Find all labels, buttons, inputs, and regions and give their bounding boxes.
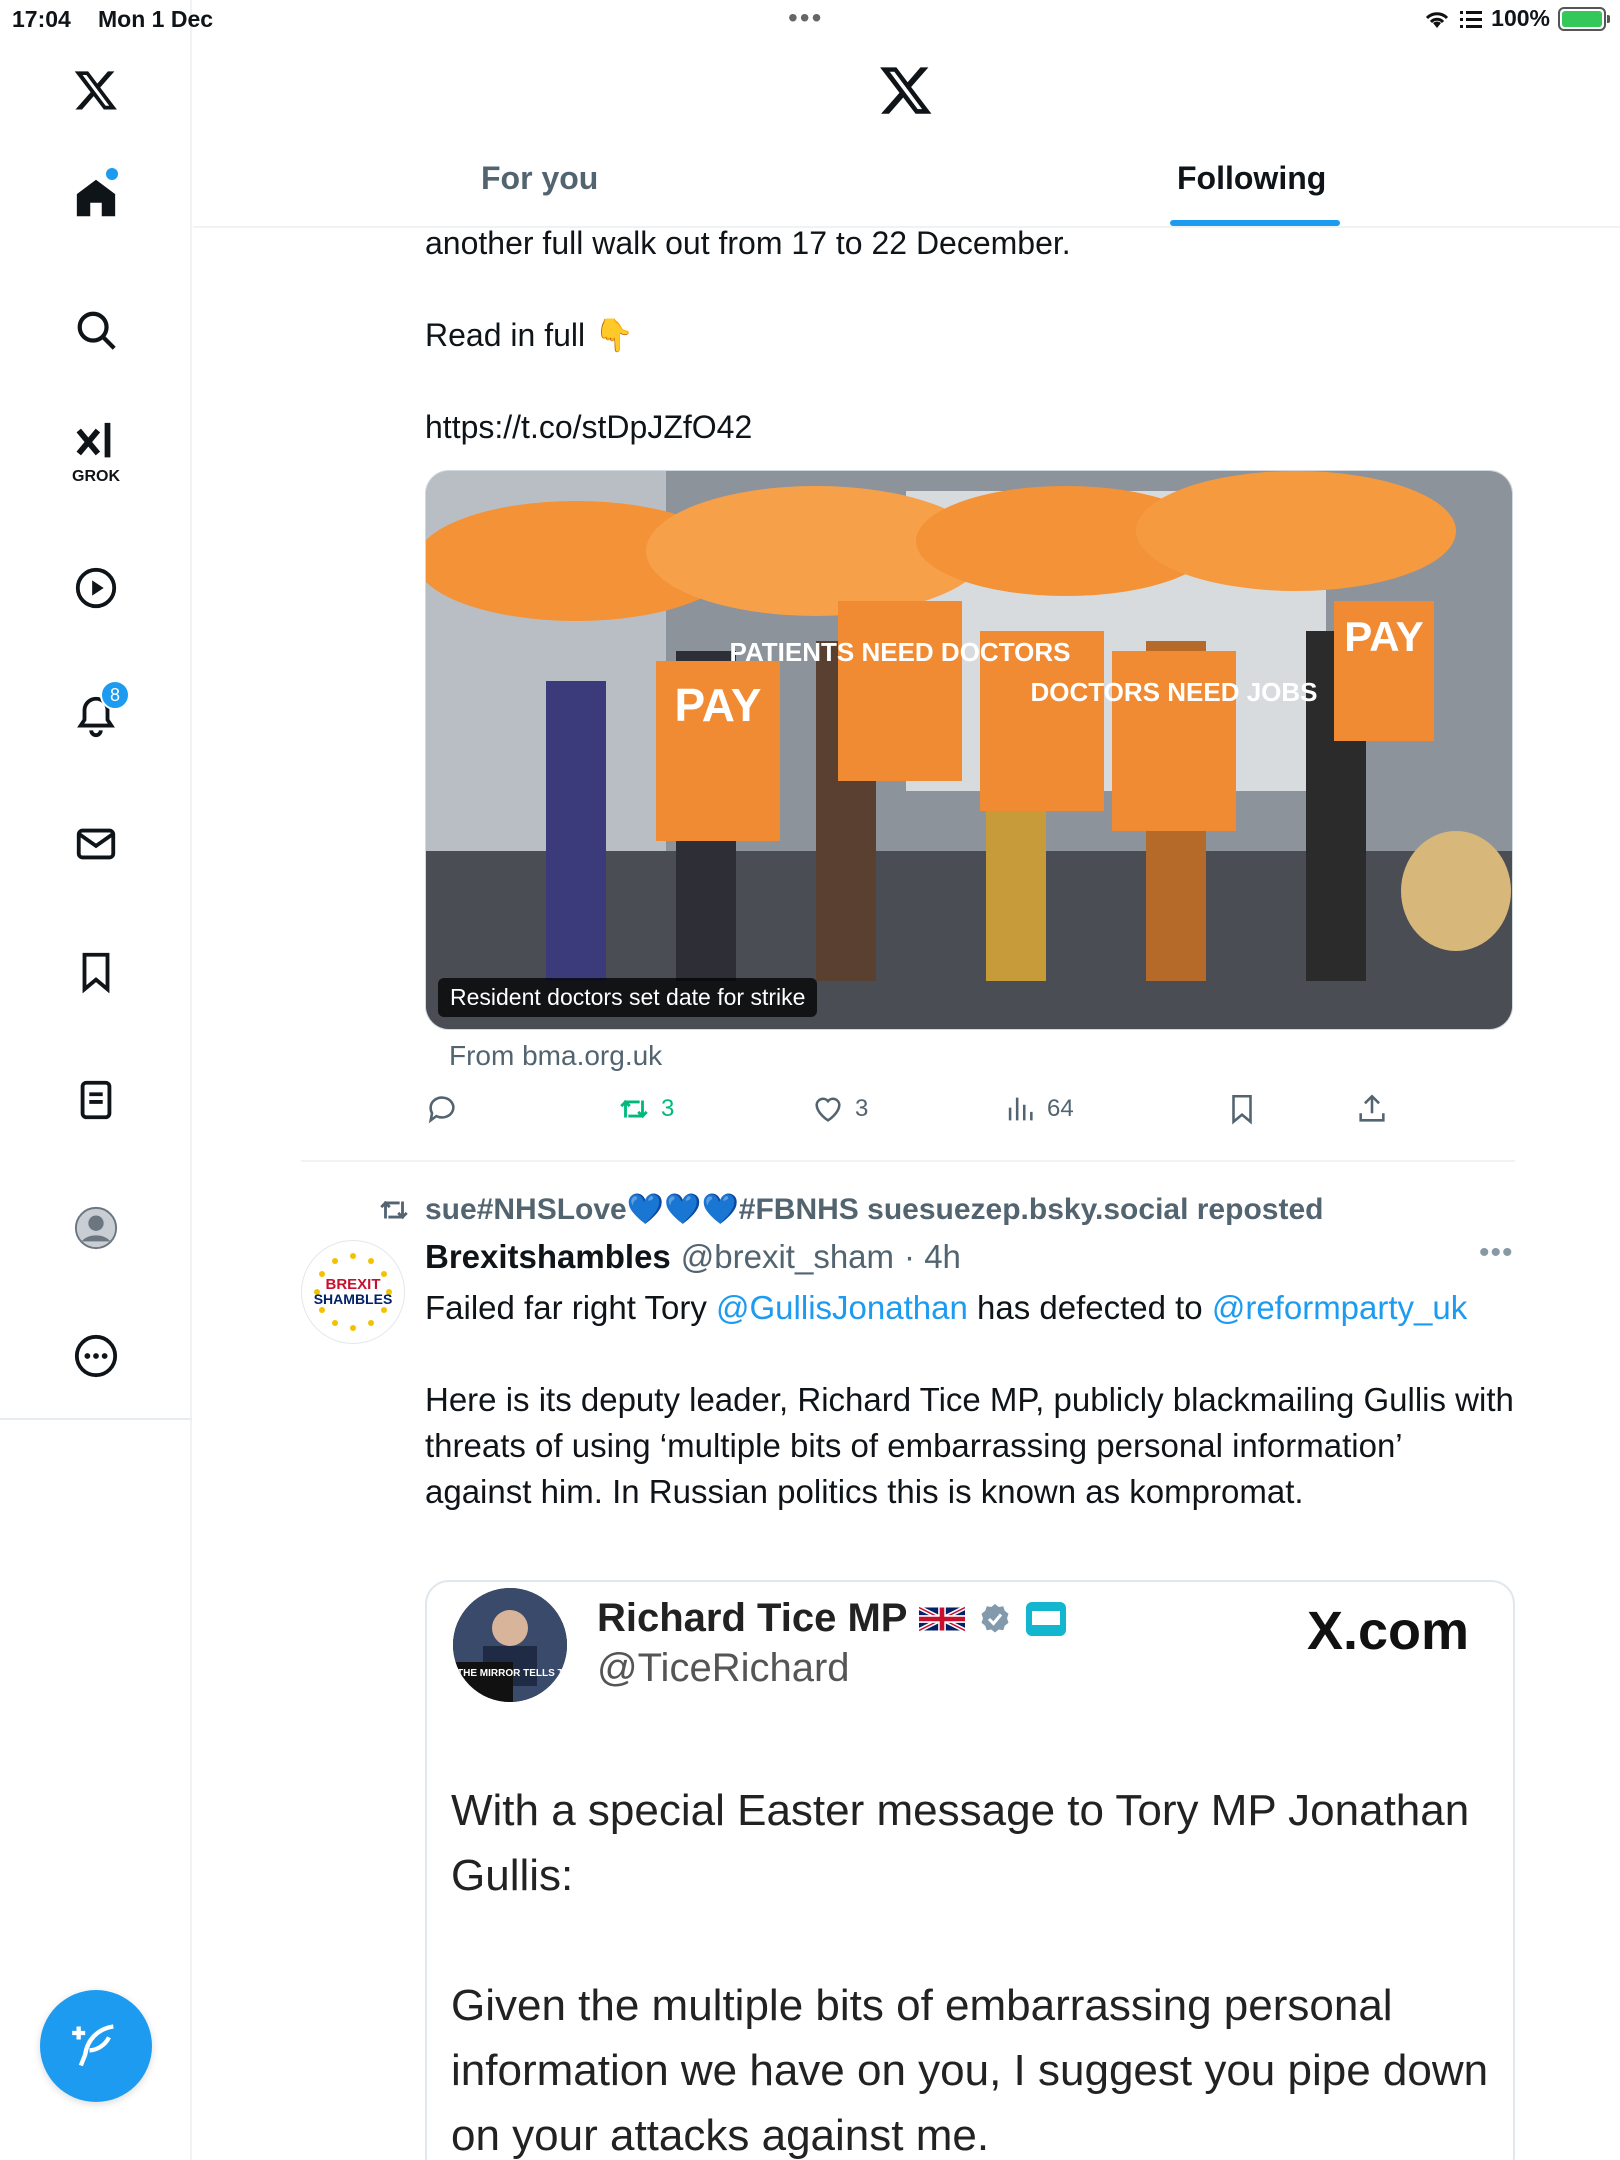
embed-name-text: Richard Tice MP — [597, 1596, 908, 1640]
search-icon[interactable] — [56, 290, 136, 370]
home-icon[interactable] — [56, 158, 136, 238]
tab-following[interactable]: Following — [1177, 160, 1326, 197]
tweet2-header: Brexitshambles @brexit_sham · 4h — [425, 1238, 961, 1276]
share-button[interactable] — [1355, 1092, 1389, 1126]
grok-label: GROK — [72, 468, 120, 485]
uk-flag-icon — [919, 1604, 966, 1633]
bookmarks-icon[interactable] — [56, 932, 136, 1012]
lists-icon[interactable] — [56, 1060, 136, 1140]
bookmark-button[interactable] — [1225, 1092, 1259, 1126]
tweet-divider — [301, 1160, 1515, 1162]
embed-handle: @TiceRichard — [597, 1646, 850, 1690]
home-unread-dot — [106, 168, 118, 180]
mention-link[interactable]: @GullisJonathan — [716, 1289, 968, 1326]
sign-text: PAY — [1344, 613, 1423, 660]
body-text: has defected to — [967, 1289, 1212, 1326]
card-caption: Resident doctors set date for strike — [438, 978, 818, 1017]
repost-indicator[interactable]: sue#NHSLove💙💙💙#FBNHS suesuezep.bsky.soci… — [377, 1192, 1323, 1227]
rail-divider — [0, 1418, 192, 1420]
tweet2-para1: Failed far right Tory @GullisJonathan ha… — [425, 1285, 1515, 1331]
compose-button[interactable] — [40, 1990, 152, 2102]
heart-icon — [815, 1097, 841, 1122]
mention-link[interactable]: @reformparty_uk — [1212, 1289, 1467, 1326]
compose-feather-icon — [72, 2024, 114, 2067]
battery-percent: 100% — [1491, 5, 1550, 31]
embed-text: With a special Easter message to Tory MP… — [451, 1778, 1501, 2160]
avatar[interactable]: BREXIT SHAMBLES — [301, 1240, 405, 1344]
views-button[interactable]: 64 — [1003, 1092, 1074, 1126]
retweet-icon — [380, 1200, 408, 1219]
sign-text: DOCTORS NEED JOBS — [1030, 677, 1317, 707]
reform-logo-icon — [1026, 1601, 1067, 1636]
tweet2-para2: Here is its deputy leader, Richard Tice … — [425, 1381, 1514, 1510]
embed-name: Richard Tice MP — [597, 1596, 1067, 1641]
like-count: 3 — [855, 1095, 869, 1122]
tweet2-body: Failed far right Tory @GullisJonathan ha… — [425, 1285, 1515, 1561]
grok-icon[interactable]: GROK — [56, 410, 136, 490]
video-icon[interactable] — [56, 548, 136, 628]
list-status-icon — [1460, 10, 1483, 28]
notifications-icon[interactable]: 8 — [56, 676, 136, 756]
status-time: 17:04 — [12, 6, 71, 32]
more-icon[interactable] — [56, 1316, 136, 1396]
embed-para: Given the multiple bits of embarrassing … — [451, 1981, 1489, 2160]
embedded-image[interactable]: THE MIRROR TELLS TICE... WE'RE SORRY Ric… — [425, 1580, 1515, 2160]
retweet-icon — [620, 1099, 648, 1119]
views-count: 64 — [1047, 1095, 1074, 1122]
author-handle[interactable]: @brexit_sham — [681, 1238, 894, 1276]
status-date: Mon 1 Dec — [98, 6, 214, 32]
tweet-time: · 4h — [904, 1238, 961, 1275]
retweet-count: 3 — [661, 1095, 675, 1122]
brexitshambles-logo: BREXIT SHAMBLES — [307, 1246, 399, 1338]
reply-icon — [428, 1096, 455, 1124]
notification-badge: 8 — [100, 680, 130, 710]
active-tab-indicator — [1170, 220, 1340, 226]
embed-para: With a special Easter message to Tory MP… — [451, 1786, 1470, 1900]
multitask-dots[interactable]: ••• — [788, 2, 823, 34]
link-card-image[interactable]: PAY PATIENTS NEED DOCTORS DOCTORS NEED J… — [425, 470, 1513, 1030]
timeline[interactable]: another full walk out from 17 to 22 Dece… — [193, 0, 1620, 2160]
like-button[interactable]: 3 — [811, 1092, 868, 1126]
x-logo-icon[interactable] — [878, 62, 934, 118]
body-text: Failed far right Tory — [425, 1289, 717, 1326]
sign-text: PATIENTS NEED DOCTORS — [730, 637, 1071, 667]
tweet-more-button[interactable]: ••• — [1479, 1236, 1514, 1270]
repost-text: sue#NHSLove💙💙💙#FBNHS suesuezep.bsky.soci… — [425, 1193, 1324, 1226]
tweet1-actions: 3 3 64 — [425, 1092, 1425, 1136]
views-icon — [1008, 1097, 1033, 1121]
messages-icon[interactable] — [56, 804, 136, 884]
embed-site-label: X.com — [1306, 1601, 1469, 1661]
embed-avatar-caption: THE MIRROR TELLS TICE... WE'RE SORRY — [457, 1668, 567, 1679]
author-name[interactable]: Brexitshambles — [425, 1238, 671, 1276]
logo-text: SHAMBLES — [314, 1291, 393, 1307]
reply-button[interactable] — [425, 1092, 469, 1126]
strike-photo: PAY PATIENTS NEED DOCTORS DOCTORS NEED J… — [426, 471, 1512, 1029]
tweet1-line: Read in full 👇 — [425, 317, 634, 353]
retweet-button[interactable]: 3 — [617, 1092, 674, 1126]
wifi-icon — [1426, 11, 1449, 28]
share-icon — [1359, 1094, 1385, 1122]
verified-icon — [981, 1603, 1009, 1632]
tab-for-you[interactable]: For you — [481, 160, 598, 197]
status-bar: 17:04 Mon 1 Dec ••• 100% — [0, 0, 1620, 40]
battery-icon — [1558, 6, 1610, 31]
status-right: 100% — [1423, 5, 1610, 32]
embed-avatar: THE MIRROR TELLS TICE... WE'RE SORRY — [453, 1588, 567, 1702]
profile-icon[interactable] — [56, 1188, 136, 1268]
card-source[interactable]: From bma.org.uk — [449, 1040, 662, 1072]
sign-text: PAY — [675, 679, 762, 731]
tweet1-link[interactable]: https://t.co/stDpJZfO42 — [425, 404, 752, 450]
sidebar: GROK 8 — [0, 0, 192, 2160]
x-logo-icon[interactable] — [56, 50, 136, 130]
bookmark-icon — [1232, 1094, 1252, 1125]
